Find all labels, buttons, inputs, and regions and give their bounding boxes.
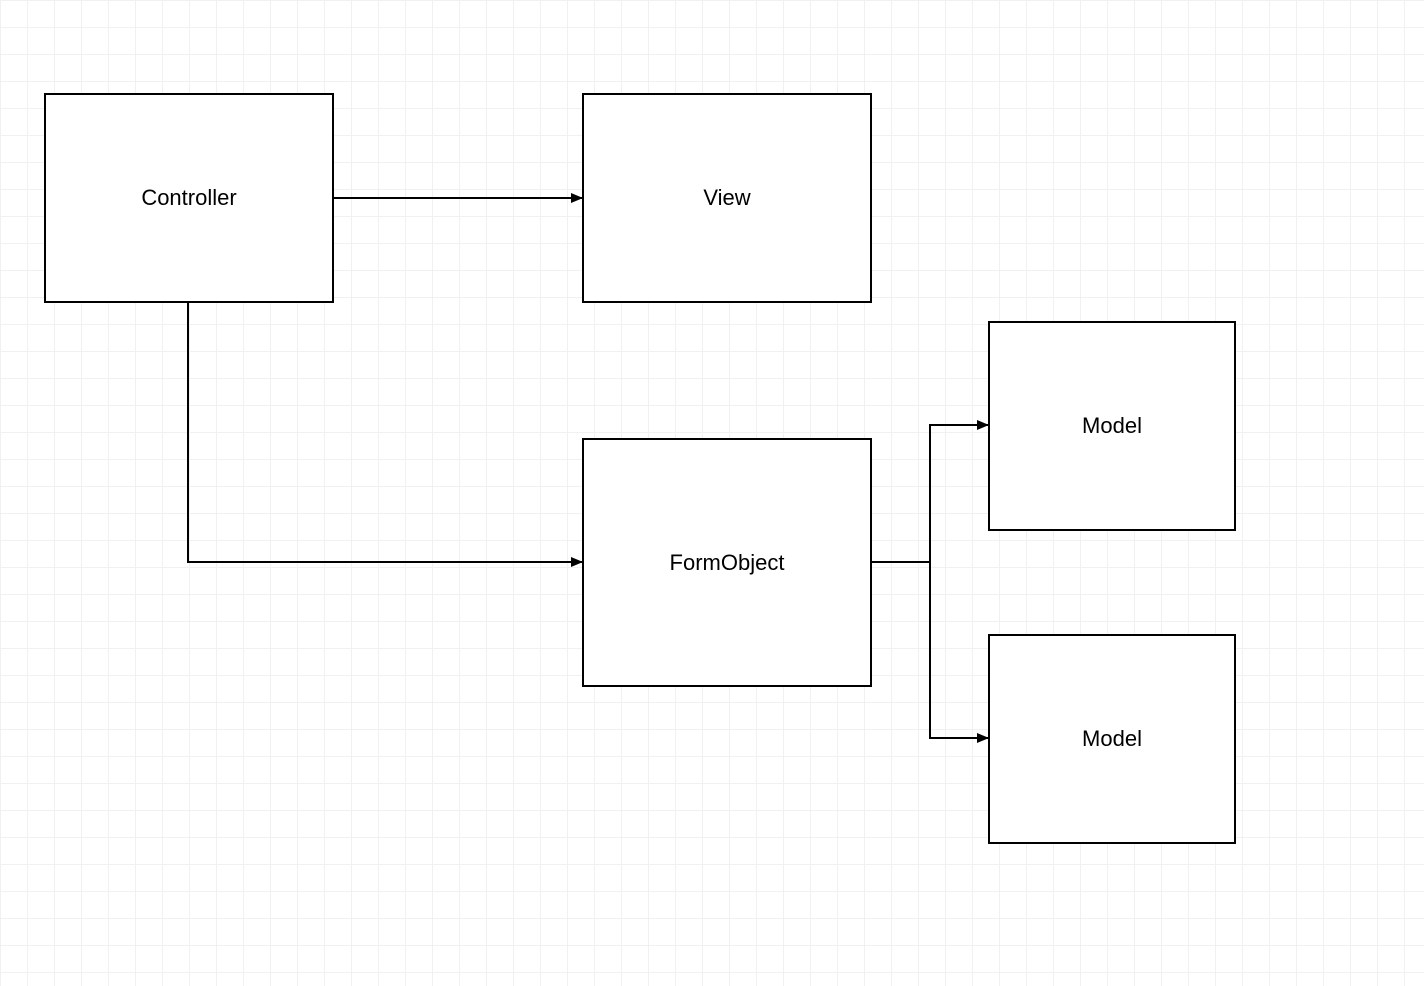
model-label-2: Model — [1082, 726, 1142, 752]
model-box-2[interactable]: Model — [988, 634, 1236, 844]
edge-controller-to-formObject — [188, 303, 582, 562]
edge-formObject-to-model1 — [872, 425, 988, 562]
model-label-1: Model — [1082, 413, 1142, 439]
edge-formObject-to-model2 — [872, 562, 988, 738]
view-box[interactable]: View — [582, 93, 872, 303]
formobject-label: FormObject — [670, 550, 785, 576]
diagram-canvas: Controller View FormObject Model Model — [0, 0, 1424, 986]
controller-label: Controller — [141, 185, 236, 211]
view-label: View — [703, 185, 750, 211]
formobject-box[interactable]: FormObject — [582, 438, 872, 687]
model-box-1[interactable]: Model — [988, 321, 1236, 531]
controller-box[interactable]: Controller — [44, 93, 334, 303]
